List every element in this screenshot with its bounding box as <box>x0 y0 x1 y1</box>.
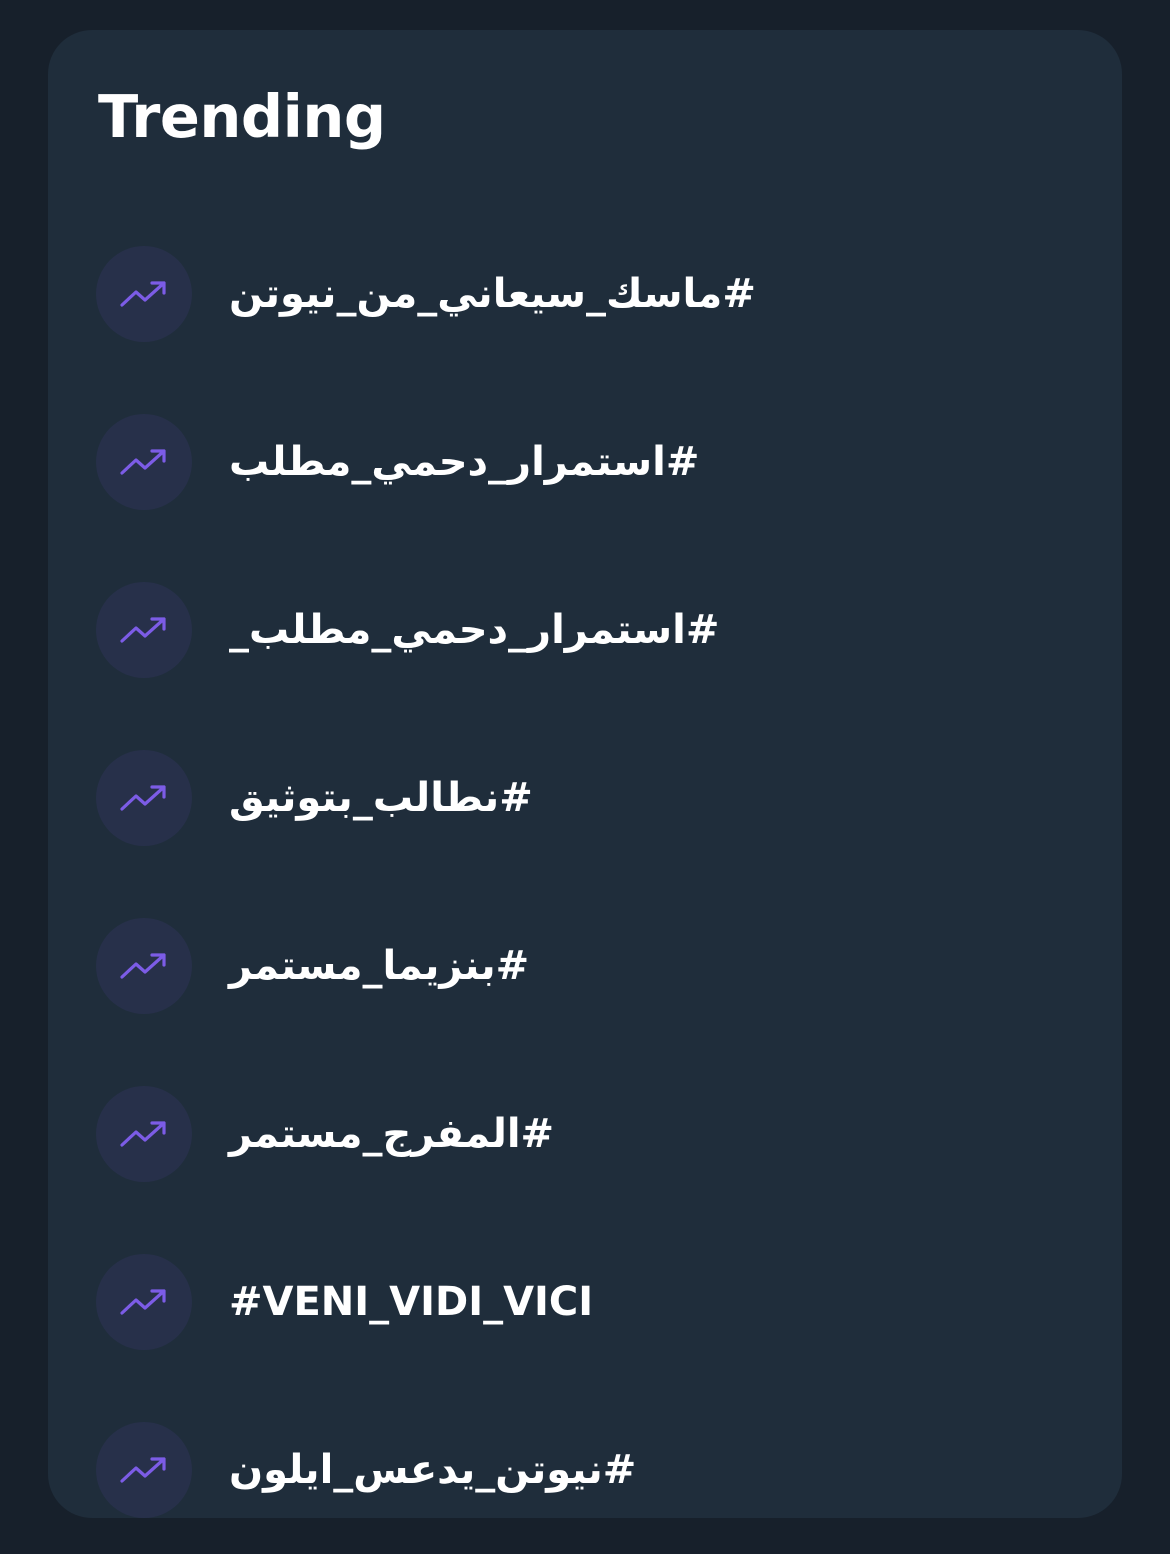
trending-up-icon <box>96 750 192 846</box>
trend-hashtag: #VENI_VIDI_VICI <box>229 1279 594 1325</box>
trend-hashtag: #استمرار_دحمي_مطلب_ <box>229 607 720 653</box>
trending-up-icon <box>96 414 192 510</box>
trend-item[interactable]: #VENI_VIDI_VICI <box>96 1218 1096 1386</box>
trending-list: #ماسك_سيعاني_من_نيوتن #استمرار_دحمي_مطلب… <box>96 210 1096 1554</box>
trending-up-icon <box>96 1422 192 1518</box>
trending-panel: Trending #ماسك_سيعاني_من_نيوتن #استمرار_… <box>48 30 1122 1518</box>
trend-hashtag: #ماسك_سيعاني_من_نيوتن <box>229 271 756 317</box>
trend-item[interactable]: #استمرار_دحمي_مطلب_ <box>96 546 1096 714</box>
trending-up-icon <box>96 1254 192 1350</box>
trend-hashtag: #نيوتن_يدعس_ايلون <box>229 1447 637 1493</box>
trend-item[interactable]: #ماسك_سيعاني_من_نيوتن <box>96 210 1096 378</box>
trend-item[interactable]: #نطالب_بتوثيق <box>96 714 1096 882</box>
trend-hashtag: #نطالب_بتوثيق <box>229 775 533 821</box>
panel-title: Trending <box>98 82 386 151</box>
trending-up-icon <box>96 1086 192 1182</box>
trending-up-icon <box>96 582 192 678</box>
trend-hashtag: #المفرج_مستمر <box>229 1111 555 1157</box>
trending-up-icon <box>96 246 192 342</box>
trend-hashtag: #بنزيما_مستمر <box>229 943 530 989</box>
trend-hashtag: #استمرار_دحمي_مطلب <box>229 439 700 485</box>
trend-item[interactable]: #بنزيما_مستمر <box>96 882 1096 1050</box>
trend-item[interactable]: #المفرج_مستمر <box>96 1050 1096 1218</box>
trending-up-icon <box>96 918 192 1014</box>
trend-item[interactable]: #استمرار_دحمي_مطلب <box>96 378 1096 546</box>
